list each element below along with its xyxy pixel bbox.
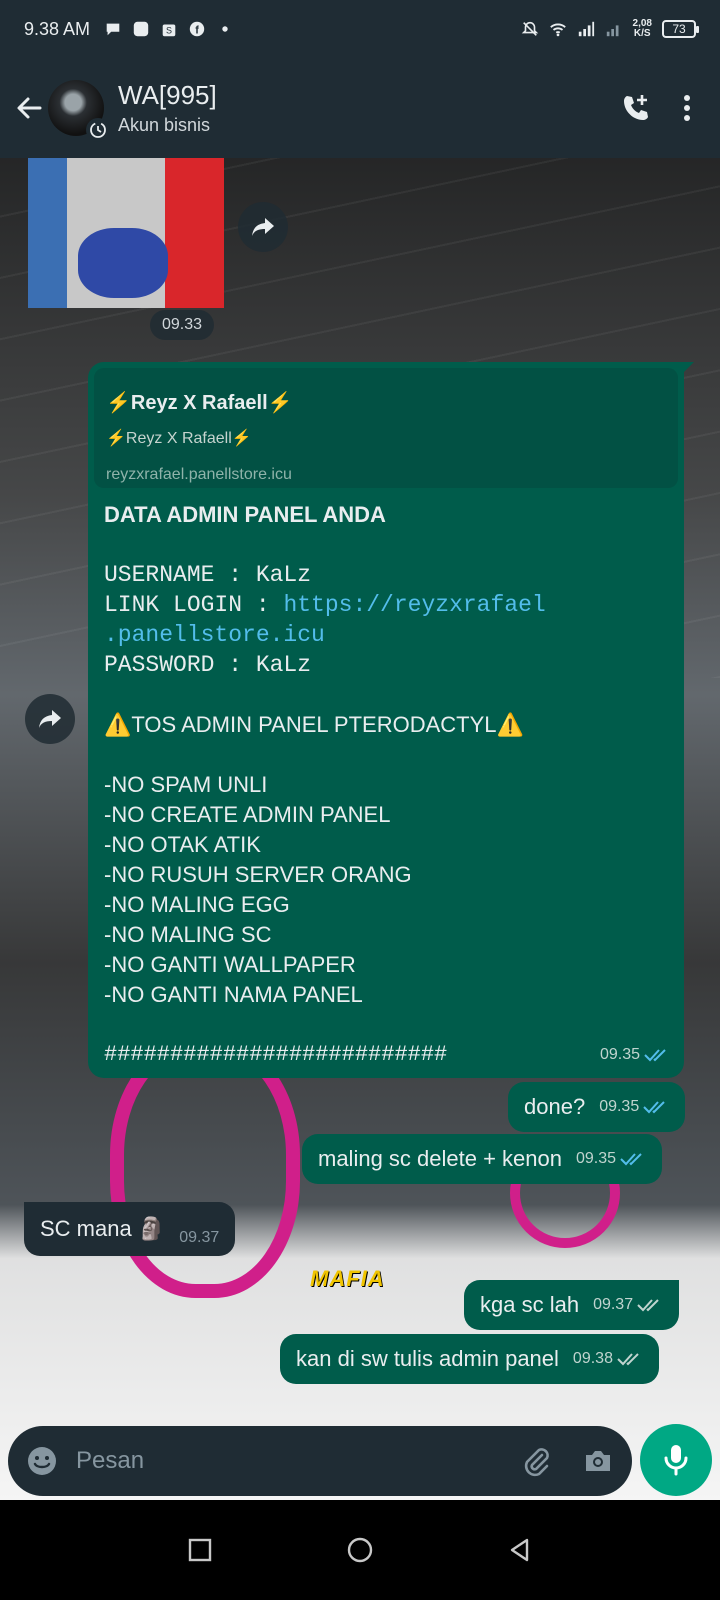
message-heading: DATA ADMIN PANEL ANDA: [104, 502, 386, 527]
message-time: 09.35: [599, 1098, 640, 1115]
link-preview[interactable]: ⚡Reyz X Rafaell⚡ ⚡Reyz X Rafaell⚡ reyzxr…: [94, 368, 678, 488]
network-speed: 2,08 K/S: [633, 19, 652, 39]
rule-item: -NO CREATE ADMIN PANEL: [104, 802, 391, 827]
voice-message-button[interactable]: [640, 1424, 712, 1496]
battery-level: 73: [672, 22, 686, 36]
chat-header: WA[995] Akun bisnis: [0, 58, 720, 158]
avatar[interactable]: [48, 80, 110, 142]
message-bubble[interactable]: done? 09.35: [508, 1082, 686, 1132]
more-options-icon[interactable]: [682, 92, 692, 124]
wifi-icon: [549, 23, 566, 37]
link-preview-description: ⚡Reyz X Rafaell⚡: [106, 430, 252, 447]
forward-button-2[interactable]: [25, 694, 75, 744]
incoming-message-bubble[interactable]: SC mana 🗿 09.37: [24, 1202, 236, 1256]
camera-icon[interactable]: [582, 1445, 614, 1477]
message-time: 09.37: [593, 1296, 634, 1313]
arrow-left-icon: [17, 97, 42, 119]
shop-notification-icon: S: [162, 24, 176, 37]
admin-panel-message[interactable]: ⚡Reyz X Rafaell⚡ ⚡Reyz X Rafaell⚡ reyzxr…: [88, 362, 694, 1078]
login-link-label: LINK LOGIN :: [104, 592, 284, 618]
double-tick-read-icon: [643, 1101, 665, 1114]
link-preview-url: reyzxrafael.panellstore.icu: [106, 466, 292, 483]
hash-line: ##########################: [104, 1042, 448, 1067]
double-tick-read-icon: [620, 1153, 642, 1166]
password-line: PASSWORD : KaLz: [104, 652, 312, 678]
rule-item: -NO GANTI NAMA PANEL: [104, 982, 363, 1007]
rule-item: -NO SPAM UNLI: [104, 772, 268, 797]
back-button[interactable]: [4, 83, 54, 133]
status-time: 9.38 AM: [24, 18, 91, 39]
rule-item: -NO MALING SC: [104, 922, 272, 947]
status-bar: 9.38 AM S f 2,08 K/S 73: [0, 0, 720, 58]
signal-icon: [578, 21, 594, 37]
dot-icon: [222, 26, 228, 32]
contact-subtitle: Akun bisnis: [118, 115, 211, 135]
emoji-icon[interactable]: [26, 1445, 58, 1477]
image-content: [78, 228, 168, 298]
message-text: kan di sw tulis admin panel: [296, 1346, 559, 1371]
message-text: maling sc delete + kenon: [318, 1146, 562, 1171]
message-text: kga sc lah: [480, 1292, 580, 1317]
attach-icon[interactable]: [520, 1445, 552, 1477]
svg-text:S: S: [166, 26, 172, 36]
username-line: USERNAME : KaLz: [104, 562, 312, 588]
login-link-url-cont[interactable]: .panellstore.icu: [104, 620, 668, 650]
message-time: 09.38: [572, 1350, 613, 1367]
image-timestamp: 09.33: [150, 310, 215, 340]
home-icon[interactable]: [346, 1536, 374, 1564]
rule-item: -NO GANTI WALLPAPER: [104, 952, 356, 977]
message-time: 09.35: [576, 1150, 617, 1167]
tos-heading: ⚠️TOS ADMIN PANEL PTERODACTYL⚠️: [104, 712, 524, 737]
message-bubble[interactable]: kan di sw tulis admin panel 09.38: [280, 1334, 659, 1384]
chat-area[interactable]: MAFIA 09.33 ⚡Reyz X Rafaell⚡ ⚡Reyz X Raf…: [0, 158, 720, 1500]
image-message[interactable]: [28, 158, 224, 308]
message-input[interactable]: [76, 1447, 520, 1475]
double-tick-sent-icon: [637, 1299, 659, 1312]
message-time: 09.37: [179, 1229, 220, 1246]
signal-2-icon: [606, 25, 619, 37]
app-notification-icon: [133, 21, 149, 37]
mute-icon: [521, 21, 538, 36]
login-link-url[interactable]: https://reyzxrafael: [283, 592, 545, 618]
business-badge: [86, 118, 110, 142]
contact-info[interactable]: WA[995] Akun bisnis: [118, 80, 217, 136]
microphone-icon: [664, 1445, 688, 1476]
contact-name: WA[995]: [118, 80, 217, 110]
add-call-icon[interactable]: [620, 92, 652, 124]
login-link-line: LINK LOGIN : https://reyzxrafael: [104, 590, 668, 620]
notification-icons: S f: [104, 20, 234, 38]
rule-item: -NO MALING EGG: [104, 892, 290, 917]
message-text: done?: [524, 1094, 586, 1119]
message-meta: 09.35: [600, 1040, 670, 1070]
message-composer: [8, 1426, 632, 1496]
message-bubble[interactable]: kga sc lah 09.37: [464, 1280, 680, 1330]
back-nav-icon[interactable]: [507, 1537, 533, 1563]
double-tick-read-icon: [644, 1049, 666, 1062]
system-nav-bar: [0, 1500, 720, 1600]
forward-icon: [252, 218, 274, 236]
clock-icon: [90, 122, 106, 138]
chat-notification-icon: [106, 23, 120, 36]
forward-button[interactable]: [238, 202, 288, 252]
recent-apps-icon[interactable]: [187, 1537, 213, 1563]
rule-item: -NO OTAK ATIK: [104, 832, 261, 857]
rule-item: -NO RUSUH SERVER ORANG: [104, 862, 412, 887]
message-bubble[interactable]: maling sc delete + kenon 09.35: [302, 1134, 663, 1184]
battery-indicator: 73: [662, 20, 699, 38]
message-body: DATA ADMIN PANEL ANDA USERNAME : KaLz LI…: [94, 488, 678, 1070]
svg-text:f: f: [195, 25, 199, 37]
message-time: 09.35: [599, 1046, 640, 1063]
facebook-icon: f: [189, 21, 205, 37]
message-text: SC mana 🗿: [40, 1216, 166, 1241]
forward-icon: [39, 710, 61, 728]
link-preview-title: ⚡Reyz X Rafaell⚡: [106, 392, 293, 414]
double-tick-sent-icon: [617, 1353, 639, 1366]
wallpaper-logo: MAFIA: [310, 1266, 385, 1291]
net-speed-unit: K/S: [633, 28, 651, 39]
